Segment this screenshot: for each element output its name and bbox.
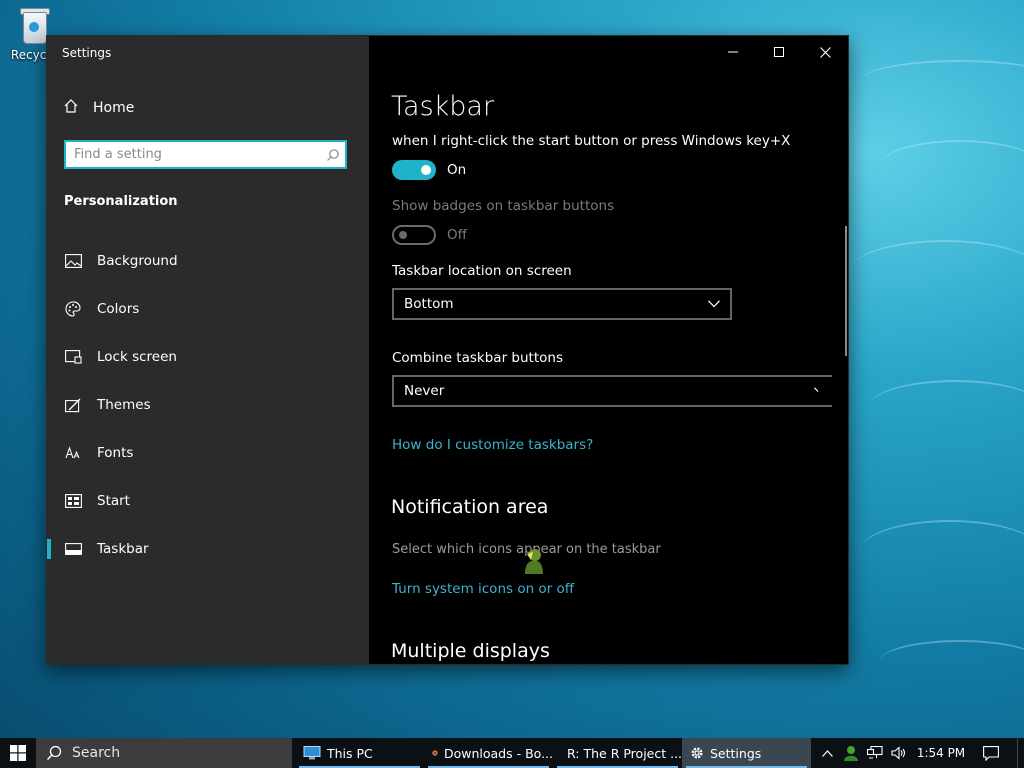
maximize-button[interactable] (756, 36, 802, 68)
desktop-ripple (850, 240, 1024, 302)
settings-sidebar: Settings Home Personalization Background (47, 36, 369, 664)
recycle-bin-icon (17, 6, 51, 46)
settings-content: Taskbar when I right-click the start but… (369, 36, 848, 664)
chevron-down-icon (814, 387, 819, 392)
chevron-down-icon (708, 300, 720, 308)
minimize-button[interactable] (710, 36, 756, 68)
taskbar-app-label: This PC (327, 745, 373, 761)
taskbar-app-firefox[interactable]: Downloads - Bo... (424, 738, 553, 768)
maximize-icon (774, 47, 784, 57)
minimize-icon (728, 51, 738, 53)
page-title: Taskbar (391, 91, 495, 122)
sidebar-item-background[interactable]: Background (47, 239, 369, 283)
show-badges-label: Show badges on taskbar buttons (392, 198, 615, 214)
show-desktop-button[interactable] (1017, 738, 1024, 768)
palette-icon (63, 301, 83, 317)
window-title: Settings (62, 46, 112, 60)
start-button[interactable] (0, 738, 36, 768)
start-icon (63, 494, 83, 508)
gear-icon (691, 747, 703, 759)
desktop-ripple (860, 520, 1024, 582)
settings-window: Settings Home Personalization Background (47, 36, 848, 664)
multiple-displays-heading: Multiple displays (391, 640, 550, 662)
desktop-ripple (870, 380, 1024, 432)
user-status-icon (844, 746, 858, 761)
taskbar-app-label: Downloads - Bo... (443, 745, 553, 761)
taskbar-search-box[interactable]: Search (36, 738, 292, 768)
taskbar-location-label: Taskbar location on screen (392, 263, 572, 279)
taskbar-app-settings[interactable]: Settings (682, 738, 811, 768)
section-title: Personalization (64, 194, 178, 209)
combine-buttons-value: Never (404, 383, 445, 399)
sidebar-item-label: Fonts (97, 445, 134, 461)
desktop-ripple (860, 60, 1024, 102)
home-icon (63, 98, 79, 118)
fonts-icon (63, 446, 83, 460)
notification-area-heading: Notification area (391, 496, 549, 518)
find-setting-search[interactable] (64, 140, 347, 169)
taskbar-app-this-pc[interactable]: This PC (295, 738, 424, 768)
sidebar-item-themes[interactable]: Themes (47, 383, 369, 427)
notification-icon (983, 745, 999, 761)
taskbar-app-label: Settings (710, 745, 762, 761)
close-button[interactable] (802, 36, 848, 68)
sidebar-item-colors[interactable]: Colors (47, 287, 369, 331)
sidebar-item-fonts[interactable]: Fonts (47, 431, 369, 475)
show-badges-toggle-state: Off (447, 227, 467, 243)
search-icon (46, 745, 62, 761)
firefox-icon (432, 750, 438, 756)
active-indicator (47, 539, 51, 559)
powershell-toggle[interactable] (392, 160, 436, 180)
combine-buttons-label: Combine taskbar buttons (392, 350, 563, 366)
windows-taskbar: Search This PC Downloads - Bo... R: The … (0, 738, 1024, 768)
nav-home[interactable]: Home (63, 98, 134, 118)
lock-screen-icon (63, 350, 83, 364)
network-button[interactable] (863, 738, 887, 768)
sidebar-item-taskbar[interactable]: Taskbar (47, 527, 369, 571)
picture-icon (63, 254, 83, 268)
sidebar-item-label: Start (97, 493, 130, 509)
taskbar-search-label: Search (72, 745, 121, 761)
mouse-cursor-icon (521, 548, 543, 574)
sidebar-item-label: Colors (97, 301, 140, 317)
sidebar-item-label: Taskbar (97, 541, 149, 557)
taskbar-location-dropdown[interactable]: Bottom (392, 288, 732, 320)
window-caption-buttons (710, 36, 848, 68)
taskbar-app-chrome[interactable]: R: The R Project ... (553, 738, 682, 768)
nav-home-label: Home (93, 100, 135, 116)
system-tray: 1:54 PM (815, 738, 1024, 768)
sidebar-item-label: Background (97, 253, 178, 269)
taskbar-app-label: R: The R Project ... (567, 745, 682, 761)
show-hidden-icons-button[interactable] (815, 738, 839, 768)
windows-logo-icon (10, 745, 26, 761)
network-icon (867, 746, 883, 759)
computer-icon (303, 746, 321, 760)
customize-taskbars-link[interactable]: How do I customize taskbars? (392, 437, 593, 453)
action-center-button[interactable] (971, 738, 1011, 768)
close-icon (819, 46, 831, 58)
combine-buttons-dropdown[interactable]: Never (392, 375, 832, 407)
taskbar-icon (63, 543, 83, 555)
show-badges-toggle[interactable] (392, 225, 436, 245)
desktop-ripple (880, 640, 1024, 682)
turn-system-icons-link[interactable]: Turn system icons on or off (392, 581, 574, 597)
sidebar-item-label: Themes (97, 397, 151, 413)
sidebar-item-start[interactable]: Start (47, 479, 369, 523)
taskbar-location-value: Bottom (404, 296, 454, 312)
scrollbar-thumb[interactable] (845, 226, 847, 356)
themes-icon (63, 398, 83, 413)
find-setting-input[interactable] (66, 146, 321, 163)
desktop-ripple (880, 140, 1024, 192)
sidebar-item-lock-screen[interactable]: Lock screen (47, 335, 369, 379)
speaker-icon (891, 746, 906, 760)
chevron-up-icon (821, 749, 833, 757)
tray-app-button[interactable] (839, 738, 863, 768)
volume-button[interactable] (887, 738, 911, 768)
clock[interactable]: 1:54 PM (911, 738, 971, 768)
sidebar-item-label: Lock screen (97, 349, 177, 365)
search-icon (321, 148, 345, 162)
powershell-toggle-state: On (447, 162, 467, 178)
powershell-description: when I right-click the start button or p… (392, 133, 791, 149)
